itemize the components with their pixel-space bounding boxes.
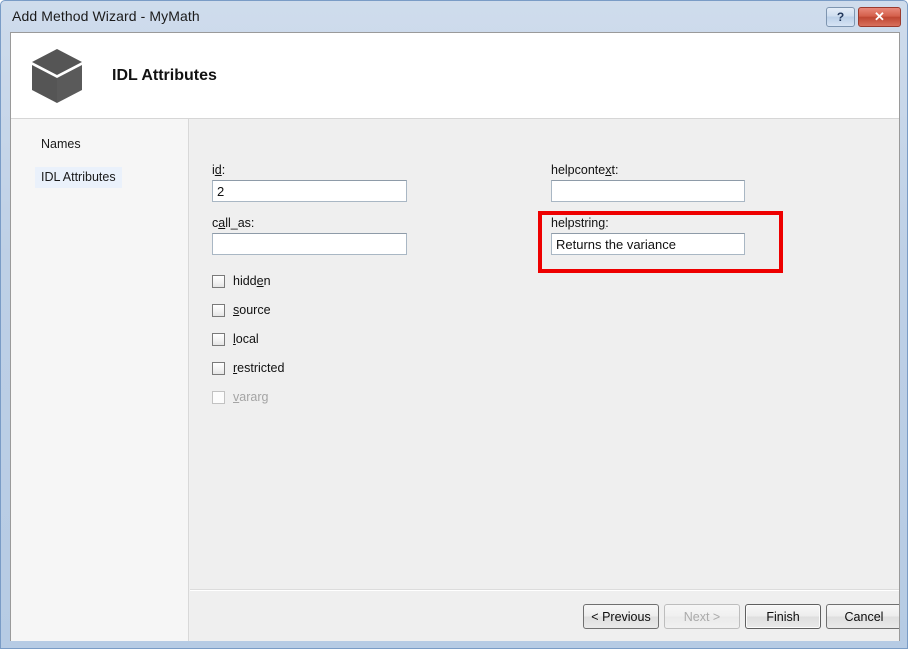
dialog-client-area: IDL Attributes Names IDL Attributes id: … [10, 32, 900, 641]
checkbox-restricted-label: restricted [233, 361, 285, 375]
checkbox-restricted-box[interactable] [212, 361, 225, 375]
helpstring-input[interactable] [551, 233, 745, 255]
help-icon[interactable]: ? [826, 7, 855, 27]
helpcontext-input[interactable] [551, 180, 745, 202]
finish-button[interactable]: Finish [745, 604, 821, 629]
call-as-label: call_as: [212, 216, 255, 230]
checkbox-hidden[interactable]: hidden [212, 274, 271, 288]
title-bar: Add Method Wizard - MyMath ? ✕ [1, 1, 907, 31]
helpstring-label: helpstring: [551, 216, 609, 230]
window-title: Add Method Wizard - MyMath [12, 8, 200, 24]
checkbox-local[interactable]: local [212, 332, 259, 346]
title-bar-buttons: ? ✕ [826, 7, 901, 27]
checkbox-restricted[interactable]: restricted [212, 361, 284, 375]
checkbox-hidden-label: hidden [233, 274, 271, 288]
checkbox-source[interactable]: source [212, 303, 271, 317]
id-input[interactable] [212, 180, 407, 202]
wizard-step-list: Names IDL Attributes [11, 119, 189, 641]
attributes-panel: id: call_as: hidden source local restric… [190, 119, 899, 589]
helpcontext-label: helpcontext: [551, 163, 619, 177]
page-header: IDL Attributes [11, 33, 899, 119]
sidebar-item-idl-attributes[interactable]: IDL Attributes [35, 167, 122, 188]
cancel-button[interactable]: Cancel [826, 604, 899, 629]
box-cube-icon [32, 48, 82, 103]
checkbox-vararg-label: vararg [233, 390, 269, 404]
checkbox-local-box[interactable] [212, 332, 225, 346]
wizard-window: Add Method Wizard - MyMath ? ✕ IDL Attri… [0, 0, 908, 649]
page-title: IDL Attributes [112, 66, 217, 84]
id-label: id: [212, 163, 226, 177]
checkbox-vararg-box [212, 390, 225, 404]
call-as-input[interactable] [212, 233, 407, 255]
checkbox-local-label: local [233, 332, 259, 346]
checkbox-source-label: source [233, 303, 271, 317]
sidebar-item-names[interactable]: Names [35, 134, 87, 155]
checkbox-source-box[interactable] [212, 303, 225, 317]
checkbox-vararg: vararg [212, 390, 268, 404]
wizard-button-bar: < Previous Next > Finish Cancel [190, 591, 899, 641]
previous-button[interactable]: < Previous [583, 604, 659, 629]
next-button: Next > [664, 604, 740, 629]
close-icon[interactable]: ✕ [858, 7, 901, 27]
checkbox-hidden-box[interactable] [212, 274, 225, 288]
